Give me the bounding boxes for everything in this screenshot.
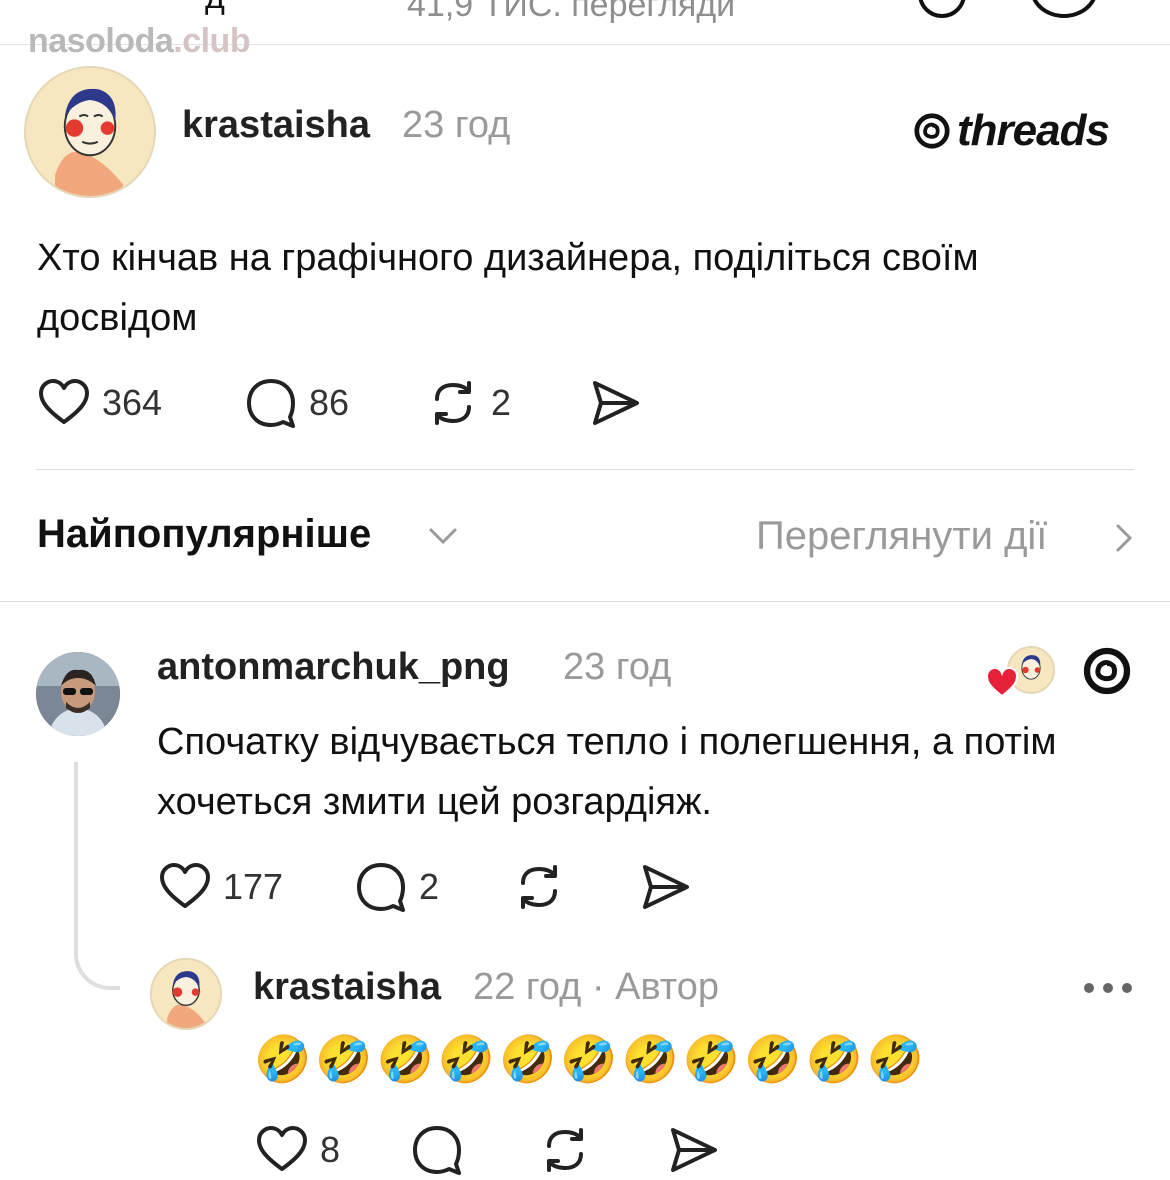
avatar[interactable] bbox=[150, 958, 222, 1030]
threads-logo: threads bbox=[913, 106, 1110, 156]
avatar[interactable] bbox=[24, 66, 156, 198]
reply-text: Спочатку відчувається тепло і полегшення… bbox=[157, 721, 1057, 823]
reply-button[interactable] bbox=[409, 1122, 537, 1178]
reply-count: 86 bbox=[309, 382, 350, 423]
view-activity-link[interactable]: Переглянути дії bbox=[756, 514, 1047, 559]
divider bbox=[36, 469, 1134, 470]
avatar[interactable] bbox=[36, 652, 120, 736]
share-button[interactable] bbox=[637, 859, 693, 915]
reply-actions: 8 bbox=[254, 1120, 721, 1180]
like-button[interactable]: 364 bbox=[36, 375, 243, 431]
heart-icon bbox=[254, 1122, 310, 1178]
heart-icon bbox=[36, 375, 92, 431]
reply-username[interactable]: antonmarchuk_png bbox=[157, 646, 510, 689]
avatar-illustration bbox=[152, 960, 220, 1028]
repost-button[interactable]: 2 bbox=[425, 375, 587, 431]
reply-username[interactable]: krastaisha bbox=[253, 966, 441, 1009]
watermark: nasoloda.club bbox=[28, 22, 251, 60]
avatar-illustration bbox=[26, 68, 154, 196]
liked-by-author-badge bbox=[985, 646, 1057, 698]
like-count: 364 bbox=[102, 382, 163, 423]
post-timestamp: 23 год bbox=[402, 104, 511, 146]
like-button[interactable]: 8 bbox=[254, 1122, 409, 1178]
more-options-icon[interactable] bbox=[1083, 978, 1133, 998]
views-count: 41,9 ТИС. перегляди bbox=[407, 0, 736, 24]
avatar-photo bbox=[36, 652, 120, 736]
send-icon bbox=[665, 1122, 721, 1178]
reply-timestamp: 22 год bbox=[473, 966, 582, 1008]
sort-dropdown[interactable]: Найпопулярніше bbox=[37, 512, 371, 557]
reply-meta: 22 год · Автор bbox=[473, 966, 719, 1009]
post-text: Хто кінчав на графічного дизайнера, поді… bbox=[37, 237, 979, 339]
thread-connector-line bbox=[74, 762, 120, 990]
chevron-right-icon[interactable] bbox=[1112, 522, 1136, 554]
send-icon bbox=[587, 375, 643, 431]
repost-count: 2 bbox=[491, 382, 512, 423]
repost-button[interactable] bbox=[537, 1122, 665, 1178]
share-button[interactable] bbox=[665, 1122, 721, 1178]
like-count: 177 bbox=[223, 866, 284, 907]
share-button[interactable] bbox=[587, 375, 643, 431]
comment-icon bbox=[409, 1122, 465, 1178]
comment-icon bbox=[243, 375, 299, 431]
heart-icon bbox=[157, 859, 213, 915]
reply-actions: 177 2 bbox=[157, 857, 693, 917]
top-cut-text: д bbox=[205, 0, 225, 17]
like-count: 8 bbox=[320, 1129, 341, 1170]
like-button[interactable]: 177 bbox=[157, 859, 353, 915]
repost-icon bbox=[511, 859, 567, 915]
reply-timestamp: 23 год bbox=[563, 646, 672, 688]
reply-button[interactable]: 2 bbox=[353, 859, 511, 915]
repost-icon bbox=[537, 1122, 593, 1178]
post-username[interactable]: krastaisha bbox=[182, 104, 370, 147]
threads-wordmark: threads bbox=[957, 106, 1110, 155]
reply-text: 🤣🤣🤣🤣🤣🤣🤣🤣🤣🤣🤣 bbox=[254, 1033, 929, 1085]
divider bbox=[0, 601, 1170, 602]
threads-icon bbox=[1082, 646, 1132, 696]
chevron-down-icon[interactable] bbox=[427, 520, 459, 552]
heart-filled-icon bbox=[985, 666, 1019, 698]
repost-icon bbox=[425, 375, 481, 431]
threads-icon bbox=[913, 112, 951, 150]
comment-icon bbox=[353, 859, 409, 915]
reply-count: 2 bbox=[419, 866, 440, 907]
send-icon bbox=[637, 859, 693, 915]
reply-button[interactable]: 86 bbox=[243, 375, 425, 431]
author-tag: · Автор bbox=[591, 966, 720, 1008]
post-actions: 364 86 2 bbox=[36, 373, 643, 433]
repost-button[interactable] bbox=[511, 859, 637, 915]
